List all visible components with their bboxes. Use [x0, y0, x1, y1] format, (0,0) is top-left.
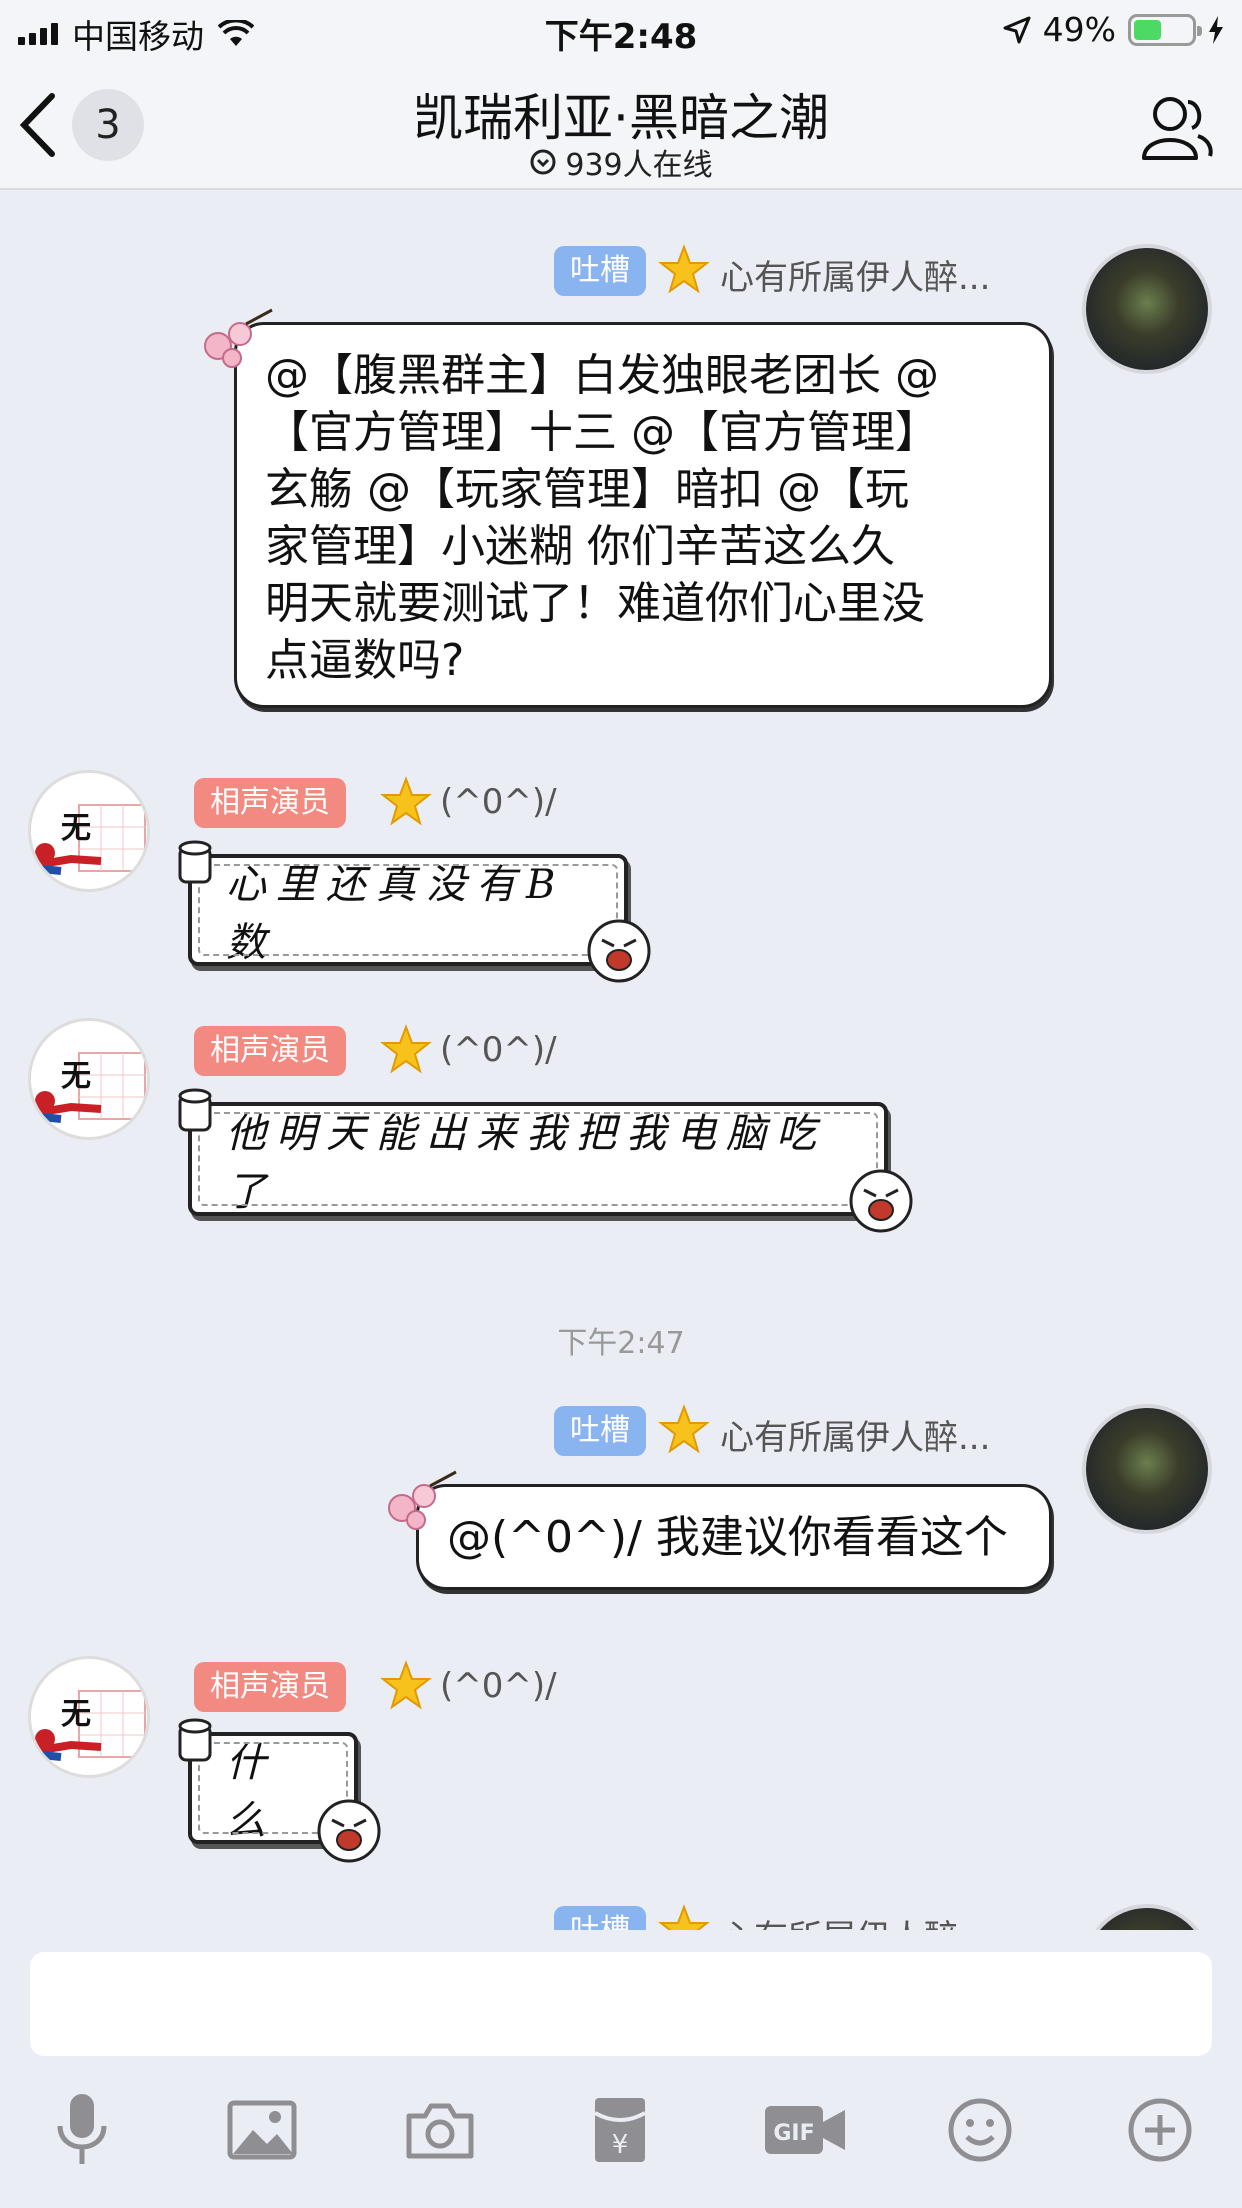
avatar[interactable] [1086, 1408, 1208, 1530]
message-bubble[interactable]: @(^0^)/ 我建议你看看这个 [416, 1484, 1052, 1590]
battery-icon [1128, 13, 1202, 46]
gif-icon: GIF [765, 2106, 845, 2154]
microphone-icon [57, 2094, 107, 2164]
message-line: 明天就要测试了！难道你们心里没 [265, 578, 925, 629]
camera-icon [406, 2103, 474, 2159]
toolbar: ¥ GIF [0, 2090, 1242, 2190]
message-line: 玄觞 @【玩家管理】暗扣 @【玩 [265, 464, 909, 515]
avatar[interactable]: 无 [28, 770, 150, 892]
battery-fill [1134, 19, 1162, 40]
message-timestamp: 下午2:47 [557, 1326, 685, 1361]
sender-title-badge: 相声演员 [194, 1026, 346, 1076]
gif-button[interactable]: GIF [760, 2090, 850, 2170]
sender-title-badge: 吐槽 [554, 1906, 646, 1930]
battery-percent: 49% [1042, 10, 1116, 49]
spider-avatar-icon: 无 [34, 804, 146, 875]
message-text: 心里还真没有B数 [226, 862, 566, 966]
sender-name: (^0^)/ [440, 1666, 557, 1706]
spider-avatar-icon: 无 [34, 1690, 146, 1761]
message-line: 点逼数吗? [265, 635, 465, 686]
camera-button[interactable] [400, 2090, 480, 2170]
red-packet-button[interactable]: ¥ [580, 2090, 660, 2170]
flower-decoration-icon [388, 1470, 457, 1530]
svg-text:GIF: GIF [773, 2121, 814, 2146]
message-line: 家管理】小迷糊 你们辛苦这么久 [265, 521, 895, 572]
message-bubble[interactable]: @【腹黑群主】白发独眼老团长 @ 【官方管理】十三 @【官方管理】 玄觞 @【玩… [234, 322, 1052, 708]
avatar[interactable]: 无 [28, 1018, 150, 1140]
svg-text:无: 无 [61, 1697, 91, 1732]
star-level-icon [658, 1404, 710, 1454]
message-line: @【腹黑群主】白发独眼老团长 @ [265, 350, 939, 401]
chevron-down-circle-icon [530, 149, 556, 175]
rage-face-icon [587, 919, 651, 983]
sender-name: 心有所属伊人醉... [720, 1418, 991, 1458]
message-text: @(^0^)/ 我建议你看看这个 [447, 1511, 1008, 1563]
sender-title-badge: 相声演员 [194, 1662, 346, 1712]
input-area: ¥ GIF [0, 1930, 1242, 2208]
sender-name: 心有所属伊人醉... [720, 258, 991, 298]
nav-bar: 3 凯瑞利亚·黑暗之潮 939人在线 [0, 60, 1242, 190]
star-level-icon [658, 1904, 710, 1930]
star-level-icon [380, 776, 432, 826]
charging-icon [1209, 15, 1223, 44]
microphone-button[interactable] [42, 2090, 122, 2170]
location-icon [1003, 16, 1031, 43]
avatar[interactable]: 无 [28, 1656, 150, 1778]
star-level-icon [658, 244, 710, 294]
message-line: 【官方管理】十三 @【官方管理】 [265, 407, 939, 458]
chat-area[interactable]: 吐槽 心有所属伊人醉... @【腹黑群主】白发独眼老团长 @ 【官方管理】十三 … [0, 192, 1242, 1930]
flower-decoration-icon [204, 308, 273, 368]
image-icon [227, 2100, 297, 2160]
sender-name: 心有所属伊人醉... [720, 1910, 990, 1930]
message-bubble[interactable]: 他明天能出来我把我电脑吃了 [188, 1102, 888, 1216]
plus-icon [1128, 2098, 1192, 2162]
emoji-icon [948, 2098, 1012, 2162]
svg-text:无: 无 [61, 811, 91, 846]
message-text: 什么 [226, 1740, 276, 1844]
emoji-button[interactable] [940, 2090, 1020, 2170]
red-packet-icon: ¥ [594, 2098, 646, 2162]
sender-title-badge: 吐槽 [554, 1406, 646, 1456]
paper-roll-icon [178, 1718, 212, 1762]
sender-name: (^0^)/ [440, 782, 557, 822]
avatar[interactable] [1086, 1908, 1208, 1930]
paper-roll-icon [178, 840, 212, 884]
spider-avatar-icon: 无 [34, 1052, 146, 1123]
star-level-icon [380, 1024, 432, 1074]
rage-face-icon [317, 1799, 381, 1863]
group-members-icon[interactable] [1138, 90, 1214, 166]
star-level-icon [380, 1660, 432, 1710]
sender-name: (^0^)/ [440, 1030, 557, 1070]
avatar[interactable] [1086, 248, 1208, 370]
online-count[interactable]: 939人在线 [0, 140, 1242, 184]
svg-text:¥: ¥ [612, 2130, 629, 2160]
image-button[interactable] [222, 2090, 302, 2170]
message-bubble[interactable]: 心里还真没有B数 [188, 854, 628, 966]
more-button[interactable] [1120, 2090, 1200, 2170]
paper-roll-icon [178, 1088, 212, 1132]
sender-title-badge: 吐槽 [554, 246, 646, 296]
sender-title-badge: 相声演员 [194, 778, 346, 828]
online-count-label: 939人在线 [565, 148, 713, 183]
message-text: 他明天能出来我把我电脑吃了 [226, 1111, 826, 1215]
rage-face-icon [849, 1169, 913, 1233]
status-right: 49% [1003, 10, 1224, 49]
svg-text:无: 无 [61, 1059, 91, 1094]
message-input[interactable] [30, 1952, 1212, 2056]
status-bar: 中国移动 下午2:48 49% [0, 0, 1242, 60]
